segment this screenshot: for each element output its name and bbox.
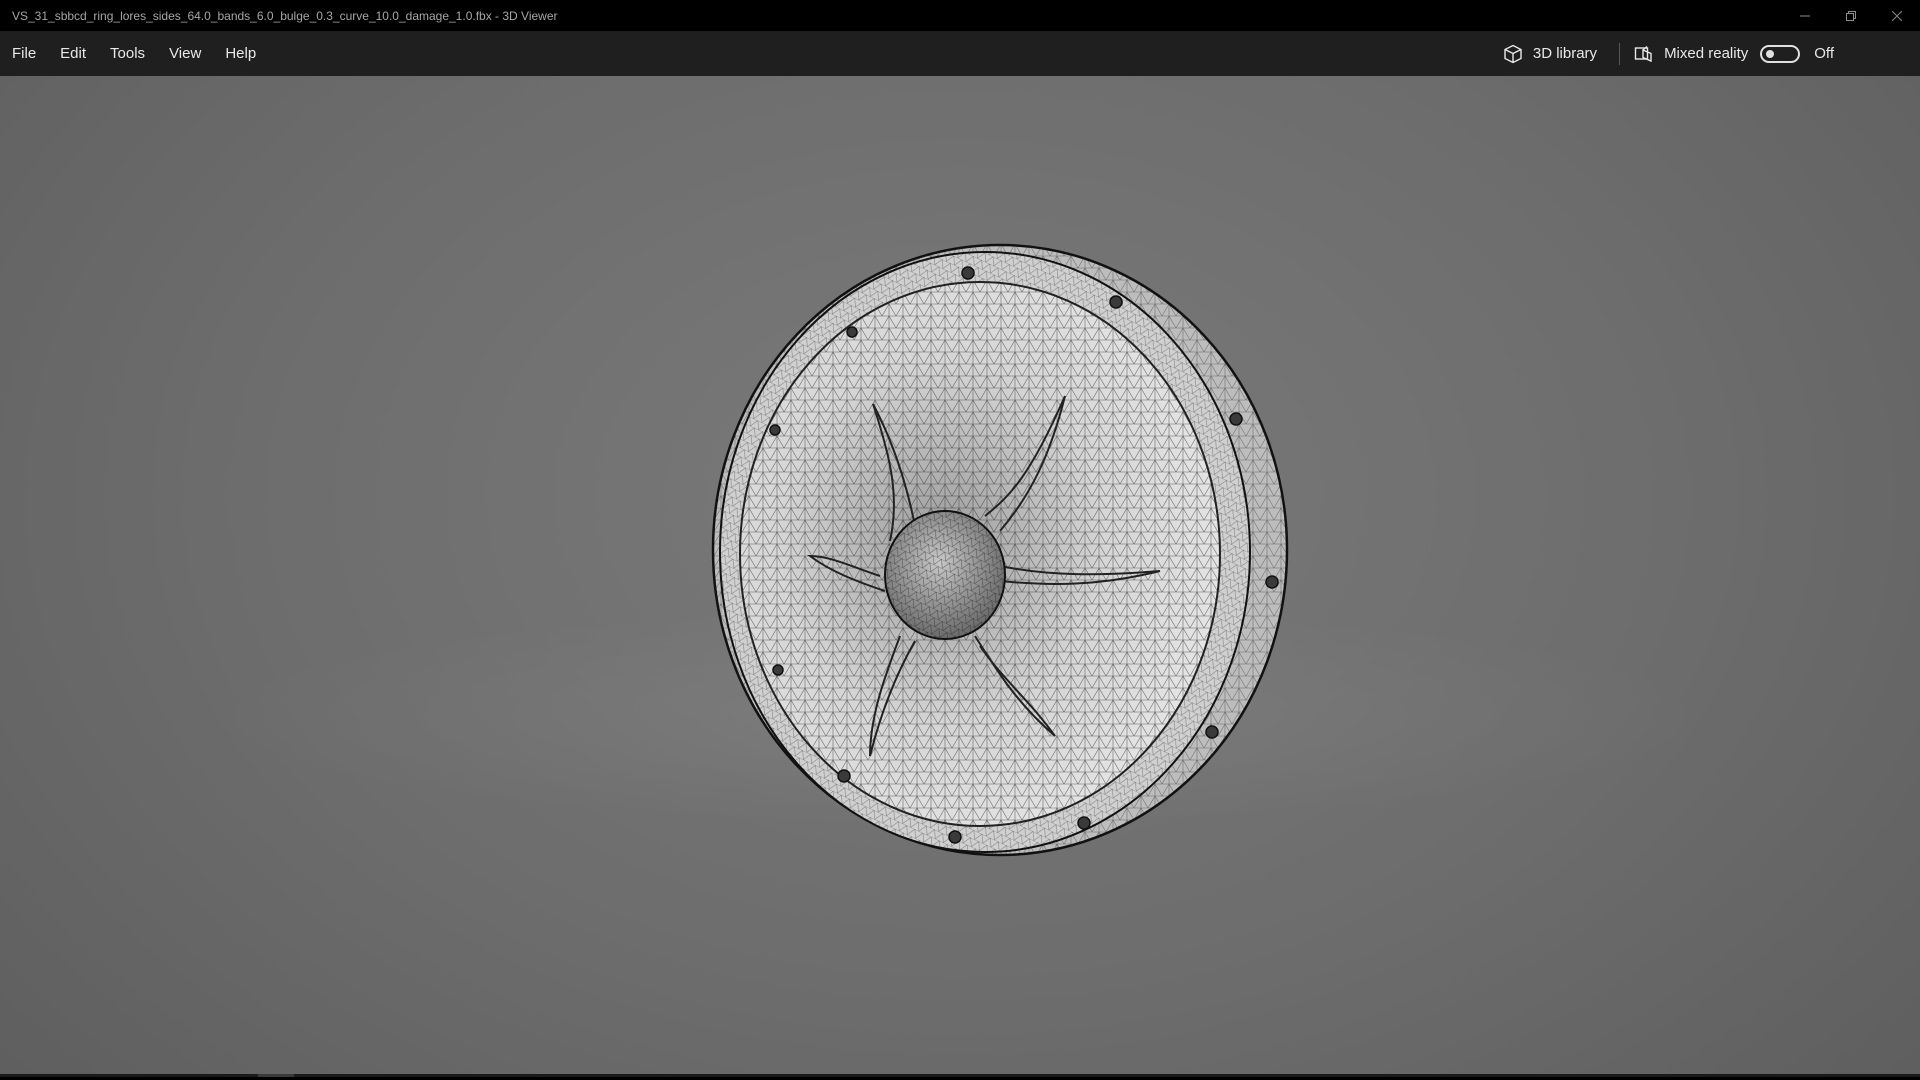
minimize-icon — [1800, 15, 1810, 16]
mixed-reality-toggle[interactable] — [1760, 44, 1801, 63]
minimize-button[interactable] — [1782, 0, 1828, 31]
menu-file[interactable]: File — [0, 31, 48, 76]
3d-viewport[interactable] — [0, 76, 1920, 1077]
menu-bar: File Edit Tools View Help — [0, 31, 268, 76]
close-icon — [1892, 10, 1902, 21]
3d-library-label: 3D library — [1532, 45, 1598, 62]
3d-library-button[interactable]: 3D library — [1493, 31, 1615, 76]
close-button[interactable] — [1874, 0, 1920, 31]
command-separator — [1619, 42, 1621, 65]
menu-help[interactable]: Help — [213, 31, 268, 76]
viewport-bottom-edge — [0, 1074, 1920, 1077]
command-actions: 3D library Mixed reality Off — [1493, 31, 1920, 76]
cube-icon — [1504, 44, 1522, 63]
bottom-edge-segment — [258, 1074, 294, 1077]
menu-edit[interactable]: Edit — [48, 31, 98, 76]
mixed-reality-toggle-group: Mixed reality Off — [1628, 44, 1920, 64]
window-controls — [1782, 0, 1920, 31]
title-bar: VS_31_sbbcd_ring_lores_sides_64.0_bands_… — [0, 0, 1920, 31]
toggle-knob — [1766, 49, 1775, 58]
restore-icon — [1846, 10, 1856, 21]
menu-view[interactable]: View — [157, 31, 213, 76]
window-title: VS_31_sbbcd_ring_lores_sides_64.0_bands_… — [12, 8, 558, 23]
restore-button[interactable] — [1828, 0, 1874, 31]
app-window: VS_31_sbbcd_ring_lores_sides_64.0_bands_… — [0, 0, 1920, 1080]
command-bar: File Edit Tools View Help 3D library Mix… — [0, 31, 1920, 76]
mixed-reality-state: Off — [1814, 45, 1834, 62]
mixed-reality-label: Mixed reality — [1664, 45, 1749, 62]
shield-model[interactable] — [0, 76, 1920, 1077]
mixed-reality-icon — [1634, 45, 1652, 62]
menu-tools[interactable]: Tools — [98, 31, 157, 76]
